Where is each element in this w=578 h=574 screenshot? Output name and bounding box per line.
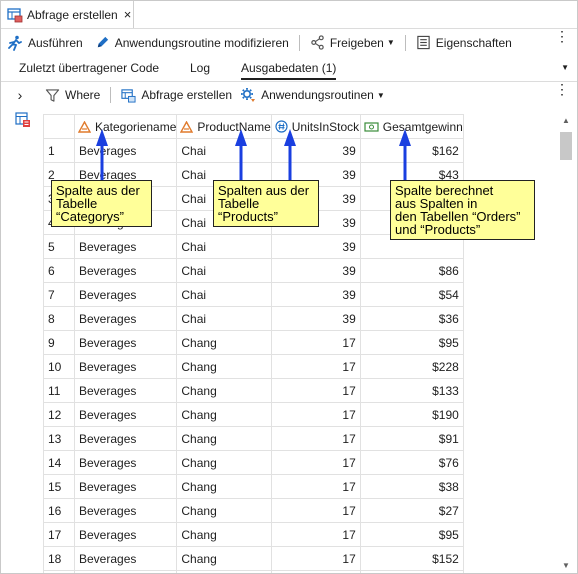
- cell-productname[interactable]: Chang: [176, 402, 272, 427]
- cell-unitsinstock[interactable]: 17: [271, 498, 361, 523]
- cell-kategoriename[interactable]: Beverages: [74, 378, 178, 403]
- table-row[interactable]: 18 Beverages Chang 17 $152: [43, 546, 464, 571]
- arrowhead: [284, 129, 296, 146]
- cell-kategoriename[interactable]: Beverages: [74, 474, 178, 499]
- table-row[interactable]: 9 Beverages Chang 17 $95: [43, 330, 464, 355]
- cell-kategoriename[interactable]: Beverages: [74, 330, 178, 355]
- table-row[interactable]: 6 Beverages Chai 39 $86: [43, 258, 464, 283]
- cell-kategoriename[interactable]: Beverages: [74, 498, 178, 523]
- cell-gesamtgewinn[interactable]: $95: [360, 522, 464, 547]
- row-number: 11: [43, 378, 75, 403]
- cell-kategoriename[interactable]: Beverages: [74, 354, 178, 379]
- annotation-line: und “Products”: [395, 222, 481, 237]
- cell-unitsinstock[interactable]: 39: [271, 282, 361, 307]
- cell-kategoriename[interactable]: Beverages: [74, 282, 178, 307]
- cell-productname[interactable]: Chang: [176, 546, 272, 571]
- cell-unitsinstock[interactable]: 17: [271, 546, 361, 571]
- cell-kategoriename[interactable]: Beverages: [74, 306, 178, 331]
- annotation-line: “Categorys”: [56, 209, 124, 224]
- row-number: 14: [43, 450, 75, 475]
- cell-kategoriename[interactable]: Beverages: [74, 402, 178, 427]
- row-number: 13: [43, 426, 75, 451]
- cell-unitsinstock[interactable]: 17: [271, 330, 361, 355]
- table-row[interactable]: 14 Beverages Chang 17 $76: [43, 450, 464, 475]
- table-row[interactable]: 11 Beverages Chang 17 $133: [43, 378, 464, 403]
- cell-kategoriename[interactable]: Beverages: [74, 522, 178, 547]
- row-number: 19: [43, 570, 75, 573]
- cell-productname[interactable]: Chang: [176, 330, 272, 355]
- cell-productname[interactable]: Chang: [176, 426, 272, 451]
- cell-unitsinstock[interactable]: 17: [271, 402, 361, 427]
- cell-gesamtgewinn[interactable]: $190: [360, 402, 464, 427]
- cell-productname[interactable]: Chang: [176, 378, 272, 403]
- table-row[interactable]: 8 Beverages Chai 39 $36: [43, 306, 464, 331]
- row-number: 6: [43, 258, 75, 283]
- table-row[interactable]: 15 Beverages Chang 17 $38: [43, 474, 464, 499]
- cell-unitsinstock[interactable]: 39: [271, 258, 361, 283]
- table-row[interactable]: 17 Beverages Chang 17 $95: [43, 522, 464, 547]
- cell-unitsinstock[interactable]: 17: [271, 378, 361, 403]
- cell-gesamtgewinn[interactable]: $95: [360, 330, 464, 355]
- cell-kategoriename[interactable]: Beverages: [74, 426, 178, 451]
- scroll-down-icon[interactable]: ▼: [562, 561, 570, 570]
- cell-gesamtgewinn[interactable]: $27: [360, 498, 464, 523]
- cell-unitsinstock[interactable]: 17: [271, 522, 361, 547]
- cell-unitsinstock[interactable]: 17: [271, 354, 361, 379]
- app-window: Abfrage erstellen × Ausführen Anwendungs…: [0, 0, 578, 574]
- annotation-orders-products: Spalte berechnet aus Spalten in den Tabe…: [390, 180, 535, 240]
- cell-kategoriename[interactable]: Beverages: [74, 258, 178, 283]
- cell-gesamtgewinn[interactable]: $91: [360, 426, 464, 451]
- annotation-line: “Products”: [218, 209, 278, 224]
- cell-productname[interactable]: Chang: [176, 450, 272, 475]
- table-row[interactable]: 13 Beverages Chang 17 $91: [43, 426, 464, 451]
- cell-gesamtgewinn[interactable]: $152: [360, 546, 464, 571]
- cell-unitsinstock[interactable]: 39: [271, 306, 361, 331]
- cell-unitsinstock[interactable]: 69: [271, 570, 361, 573]
- cell-productname[interactable]: Chai: [176, 282, 272, 307]
- cell-gesamtgewinn[interactable]: $76: [360, 450, 464, 475]
- arrowhead: [399, 129, 411, 146]
- table-row[interactable]: 7 Beverages Chai 39 $54: [43, 282, 464, 307]
- cell-kategoriename[interactable]: Beverages: [74, 450, 178, 475]
- arrowhead: [235, 129, 247, 146]
- table-row[interactable]: 16 Beverages Chang 17 $27: [43, 498, 464, 523]
- cell-productname[interactable]: Chang: [176, 474, 272, 499]
- cell-kategoriename[interactable]: Beverages: [74, 570, 178, 573]
- annotation-products: Spalten aus der Tabelle “Products”: [213, 180, 319, 227]
- cell-productname[interactable]: Chai: [176, 306, 272, 331]
- row-number: 15: [43, 474, 75, 499]
- cell-gesamtgewinn[interactable]: $36: [360, 306, 464, 331]
- cell-gesamtgewinn[interactable]: $228: [360, 354, 464, 379]
- cell-productname[interactable]: Chartreuse verte: [176, 570, 272, 573]
- cell-productname[interactable]: Chai: [176, 258, 272, 283]
- cell-productname[interactable]: Chang: [176, 498, 272, 523]
- table-row[interactable]: 12 Beverages Chang 17 $190: [43, 402, 464, 427]
- annotation-categorys: Spalte aus der Tabelle “Categorys”: [51, 180, 152, 227]
- cell-productname[interactable]: Chang: [176, 354, 272, 379]
- cell-gesamtgewinn[interactable]: $86: [360, 258, 464, 283]
- row-number: 12: [43, 402, 75, 427]
- cell-gesamtgewinn[interactable]: $151: [360, 570, 464, 573]
- cell-gesamtgewinn[interactable]: $133: [360, 378, 464, 403]
- cell-kategoriename[interactable]: Beverages: [74, 546, 178, 571]
- table-row[interactable]: 10 Beverages Chang 17 $228: [43, 354, 464, 379]
- cell-unitsinstock[interactable]: 17: [271, 474, 361, 499]
- row-number: 7: [43, 282, 75, 307]
- row-number: 16: [43, 498, 75, 523]
- row-number: 9: [43, 330, 75, 355]
- arrowhead: [96, 129, 108, 146]
- cell-gesamtgewinn[interactable]: $38: [360, 474, 464, 499]
- row-number: 8: [43, 306, 75, 331]
- table-row[interactable]: 19BeveragesChartreuse verte69$151: [43, 570, 464, 573]
- cell-unitsinstock[interactable]: 17: [271, 450, 361, 475]
- row-number: 17: [43, 522, 75, 547]
- row-number: 10: [43, 354, 75, 379]
- row-number: 18: [43, 546, 75, 571]
- cell-gesamtgewinn[interactable]: $54: [360, 282, 464, 307]
- cell-productname[interactable]: Chang: [176, 522, 272, 547]
- cell-unitsinstock[interactable]: 17: [271, 426, 361, 451]
